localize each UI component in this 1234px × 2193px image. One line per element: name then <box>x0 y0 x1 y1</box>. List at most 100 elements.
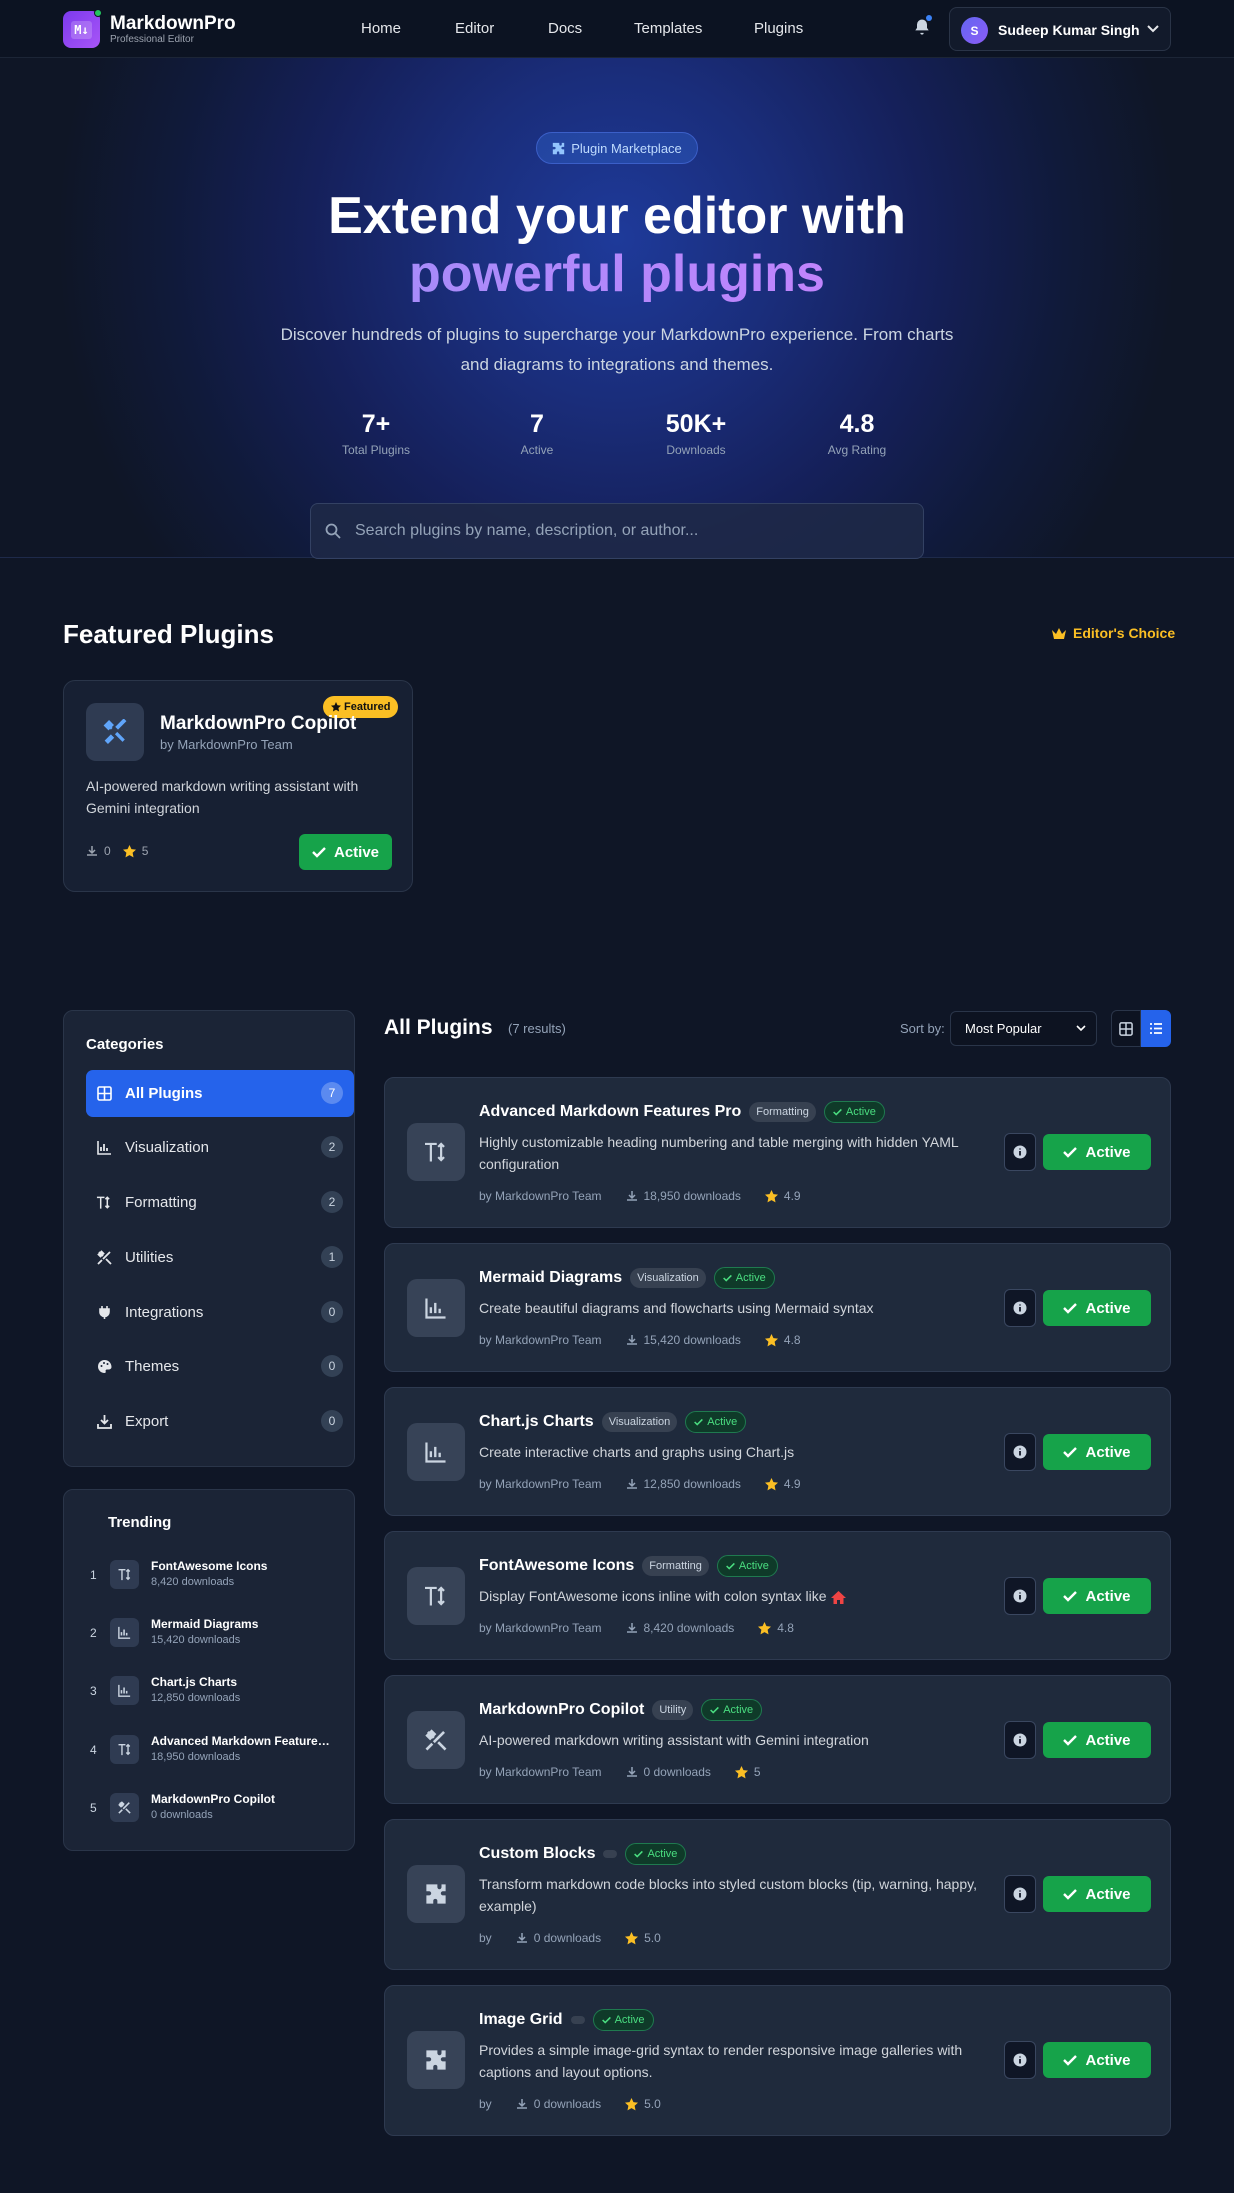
info-icon <box>1013 1301 1027 1315</box>
download-count: 0 downloads <box>533 2097 602 2111</box>
category-tag: Visualization <box>601 1412 678 1432</box>
info-button[interactable] <box>1004 1577 1036 1615</box>
list-view-button[interactable] <box>1141 1010 1171 1047</box>
user-name: Sudeep Kumar Singh <box>998 22 1140 38</box>
check-icon <box>634 1850 644 1858</box>
trending-rank: 4 <box>90 1743 97 1757</box>
plugin-card[interactable]: Chart.js Charts Visualization Active Cre… <box>384 1387 1171 1516</box>
brand-name[interactable]: MarkdownPro <box>110 13 236 35</box>
nav-link-docs[interactable]: Docs <box>548 20 582 37</box>
featured-title: Featured Plugins <box>63 619 274 649</box>
text-height-icon <box>96 1195 112 1211</box>
plugin-meta: by MarkdownPro Team 0 downloads 5 <box>479 1765 761 1779</box>
plugin-card[interactable]: Custom Blocks Active Transform markdown … <box>384 1819 1171 1970</box>
sort-select[interactable]: Most Popular <box>950 1011 1097 1046</box>
active-button[interactable]: Active <box>1043 1290 1151 1326</box>
info-button[interactable] <box>1004 1433 1036 1471</box>
active-tag-label: Active <box>845 1106 876 1118</box>
puzzle-icon <box>553 142 565 154</box>
featured-card[interactable]: Featured MarkdownPro Copilot by Markdown… <box>63 680 413 892</box>
logo[interactable]: M↓ <box>63 9 102 48</box>
category-formatting[interactable]: Formatting 2 <box>86 1179 354 1226</box>
trending-panel: Trending 1 FontAwesome Icons 8,420 downl… <box>63 1489 355 1851</box>
tools-icon <box>103 719 127 744</box>
category-themes[interactable]: Themes 0 <box>86 1343 354 1390</box>
categories-title: Categories <box>86 1036 164 1053</box>
crown-icon <box>1052 627 1066 639</box>
tools-icon <box>110 1793 139 1822</box>
active-tag-label: Active <box>614 2014 645 2026</box>
nav-link-editor[interactable]: Editor <box>455 20 494 37</box>
download-icon <box>626 1191 637 1201</box>
active-button[interactable]: Active <box>1043 1134 1151 1170</box>
download-count: 0 <box>104 844 111 858</box>
plugin-card[interactable]: FontAwesome Icons Formatting Active Disp… <box>384 1531 1171 1660</box>
user-menu[interactable]: S Sudeep Kumar Singh <box>949 7 1171 51</box>
active-button[interactable]: Active <box>1043 1876 1151 1912</box>
category-utilities[interactable]: Utilities 1 <box>86 1234 354 1281</box>
plugin-card[interactable]: MarkdownPro Copilot Utility Active AI-po… <box>384 1675 1171 1804</box>
trending-item[interactable]: 2 Mermaid Diagrams 15,420 downloads <box>90 1613 360 1653</box>
trending-item[interactable]: 5 MarkdownPro Copilot 0 downloads <box>90 1788 360 1828</box>
download-count: 15,420 downloads <box>643 1333 741 1347</box>
active-button-label: Active <box>1085 1443 1131 1461</box>
nav-link-plugins[interactable]: Plugins <box>754 20 803 37</box>
active-tag: Active <box>713 1267 775 1289</box>
plugin-card[interactable]: Advanced Markdown Features Pro Formattin… <box>384 1077 1171 1228</box>
category-label: Export <box>125 1413 169 1430</box>
plugin-author: by MarkdownPro Team <box>479 1189 602 1203</box>
rating: 4.9 <box>783 1189 801 1203</box>
active-button[interactable]: Active <box>1043 1722 1151 1758</box>
grid-icon <box>1119 1021 1133 1036</box>
info-icon <box>1013 2053 1027 2067</box>
active-button[interactable]: Active <box>299 834 392 870</box>
category-visualization[interactable]: Visualization 2 <box>86 1124 354 1171</box>
active-button[interactable]: Active <box>1043 1578 1151 1614</box>
trending-rank: 1 <box>90 1568 97 1582</box>
plugin-description: Create interactive charts and graphs usi… <box>479 1444 795 1460</box>
plugin-meta: by MarkdownPro Team 12,850 downloads 4.9 <box>479 1477 801 1491</box>
active-button[interactable]: Active <box>1043 1434 1151 1470</box>
star-icon <box>764 1477 778 1490</box>
download-icon <box>96 1414 112 1430</box>
chart-icon <box>407 1279 465 1337</box>
info-button[interactable] <box>1004 1875 1036 1913</box>
plugin-card[interactable]: Image Grid Active Provides a simple imag… <box>384 1985 1171 2136</box>
trending-downloads: 8,420 downloads <box>151 1576 235 1588</box>
category-export[interactable]: Export 0 <box>86 1398 354 1445</box>
info-button[interactable] <box>1004 2041 1036 2079</box>
category-all-plugins[interactable]: All Plugins 7 <box>86 1070 354 1117</box>
info-button[interactable] <box>1004 1289 1036 1327</box>
grid-view-button[interactable] <box>1111 1010 1141 1047</box>
trending-item[interactable]: 3 Chart.js Charts 12,850 downloads <box>90 1671 360 1711</box>
info-button[interactable] <box>1004 1721 1036 1759</box>
stat-total-plugins: 7+ Total Plugins <box>306 410 446 457</box>
featured-badge-label: Featured <box>344 701 391 713</box>
category-label: Integrations <box>125 1304 204 1321</box>
trending-rank: 5 <box>90 1801 97 1815</box>
download-count: 8,420 downloads <box>643 1621 735 1635</box>
trending-item[interactable]: 4 Advanced Markdown Features Pro 18,950 … <box>90 1730 360 1770</box>
plugin-description: Provides a simple image-grid syntax to r… <box>479 2042 963 2080</box>
nav-link-home[interactable]: Home <box>361 20 401 37</box>
active-button-label: Active <box>1085 1885 1131 1903</box>
star-icon <box>764 1333 778 1346</box>
brand-subtitle: Professional Editor <box>110 34 194 45</box>
trending-title: Trending <box>108 1514 172 1531</box>
download-icon <box>516 1933 527 1943</box>
plugin-name: FontAwesome Icons <box>479 1557 635 1574</box>
plugin-card[interactable]: Mermaid Diagrams Visualization Active Cr… <box>384 1243 1171 1372</box>
trending-name: MarkdownPro Copilot <box>151 1792 275 1806</box>
plugin-author: by MarkdownPro Team <box>479 1621 602 1635</box>
info-button[interactable] <box>1004 1133 1036 1171</box>
trending-item[interactable]: 1 FontAwesome Icons 8,420 downloads <box>90 1555 360 1595</box>
search-input[interactable] <box>355 504 915 558</box>
stat-label: Downloads <box>666 443 726 457</box>
notification-dot <box>926 15 932 21</box>
active-button[interactable]: Active <box>1043 2042 1151 2078</box>
category-integrations[interactable]: Integrations 0 <box>86 1289 354 1336</box>
plugin-description: Create beautiful diagrams and flowcharts… <box>479 1300 874 1316</box>
nav-link-templates[interactable]: Templates <box>634 20 702 37</box>
category-label: Themes <box>125 1358 180 1375</box>
marketplace-pill: Plugin Marketplace <box>536 132 698 164</box>
